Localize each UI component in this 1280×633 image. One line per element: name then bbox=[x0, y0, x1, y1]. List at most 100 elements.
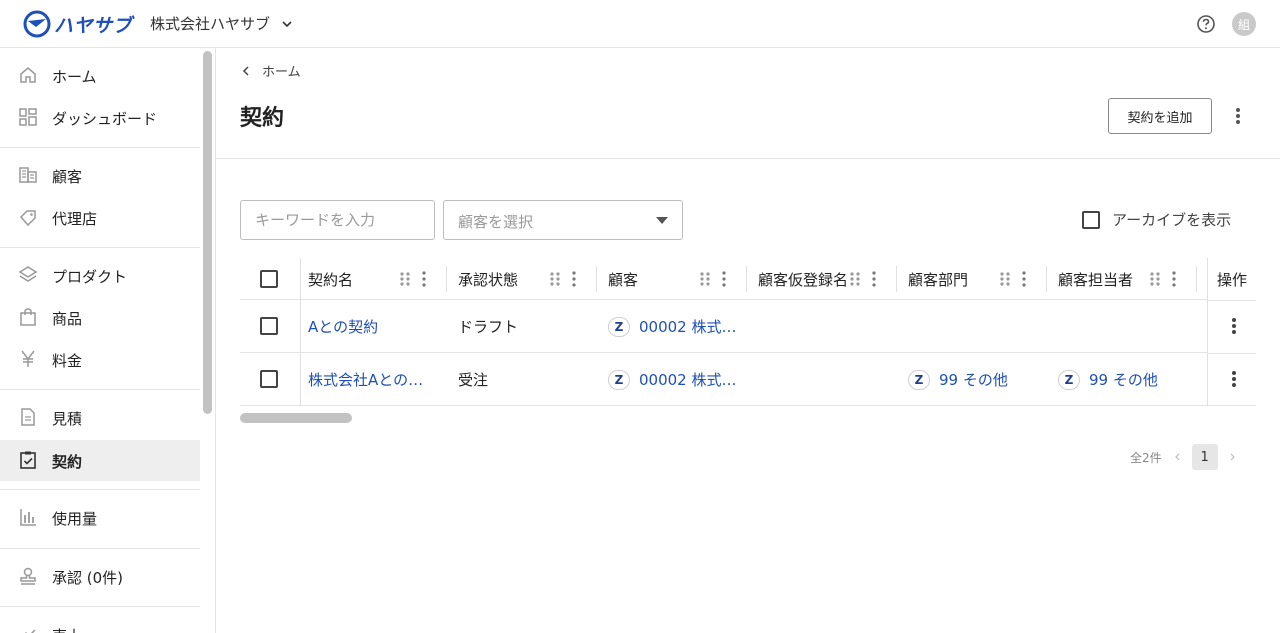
column-menu-icon[interactable] bbox=[1168, 270, 1180, 288]
contract-name-link[interactable]: Aとの契約 bbox=[308, 300, 378, 353]
column-tools bbox=[998, 270, 1030, 292]
column-separator[interactable] bbox=[596, 266, 597, 292]
operations-column: 操作 bbox=[1207, 258, 1256, 406]
logo[interactable]: ハヤサブ bbox=[22, 9, 132, 39]
chevron-down-icon bbox=[282, 20, 292, 27]
sidebar-item-customers[interactable]: 顧客 bbox=[0, 155, 200, 196]
sidebar-item-home[interactable]: ホーム bbox=[0, 55, 200, 96]
company-switcher[interactable]: 株式会社ハヤサブ bbox=[150, 13, 292, 34]
column-tools bbox=[548, 270, 580, 292]
more-vertical-icon[interactable] bbox=[1228, 106, 1248, 126]
sidebar-item-label: 売上 bbox=[52, 625, 82, 633]
sidebar-item-label: 見積 bbox=[52, 410, 83, 428]
sidebar-item-sales[interactable]: 売上 bbox=[0, 614, 200, 633]
select-all-checkbox[interactable] bbox=[260, 270, 278, 288]
main-content: ホーム 契約 契約を追加 顧客を選択 アーカイブを表示 契約名 承認状態 顧客 … bbox=[216, 48, 1280, 633]
logo-text: ハヤサブ bbox=[54, 14, 133, 37]
column-menu-icon[interactable] bbox=[868, 270, 880, 288]
sidebar-item-approvals[interactable]: 承認 (0件) bbox=[0, 556, 200, 597]
show-archive-toggle[interactable]: アーカイブを表示 bbox=[1082, 209, 1231, 230]
sidebar-item-label: 商品 bbox=[52, 310, 83, 328]
layers-icon bbox=[18, 266, 38, 282]
column-header-customer-contact[interactable]: 顧客担当者 bbox=[1058, 258, 1158, 300]
table-row[interactable]: Aとの契約 ドラフト Z 00002 株式… bbox=[240, 300, 1256, 353]
keyword-search-input[interactable] bbox=[240, 200, 435, 240]
document-icon bbox=[21, 408, 35, 426]
column-separator[interactable] bbox=[1196, 266, 1197, 292]
dropdown-arrow-icon bbox=[656, 217, 668, 224]
dashboard-icon bbox=[19, 108, 37, 126]
table-row[interactable]: 株式会社Aとの… 受注 Z 00002 株式… Z 99 その他 Z 99 その… bbox=[240, 353, 1256, 406]
column-header-customer-department[interactable]: 顧客部門 bbox=[908, 258, 1008, 300]
drag-handle-icon[interactable] bbox=[398, 270, 414, 288]
archive-label: アーカイブを表示 bbox=[1112, 211, 1232, 229]
column-header-customer[interactable]: 顧客 bbox=[608, 258, 708, 300]
column-header-customer-temp-name[interactable]: 顧客仮登録名 bbox=[758, 258, 846, 300]
customer-link[interactable]: Z 00002 株式… bbox=[608, 353, 737, 406]
table-horizontal-scrollbar[interactable] bbox=[240, 413, 352, 423]
sidebar-item-label: プロダクト bbox=[52, 268, 128, 286]
sidebar-item-label: 使用量 bbox=[52, 510, 98, 528]
chevron-right-icon[interactable] bbox=[1230, 452, 1236, 462]
sidebar-item-agencies[interactable]: 代理店 bbox=[0, 197, 200, 238]
drag-handle-icon[interactable] bbox=[998, 270, 1014, 288]
sidebar-item-pricing[interactable]: 料金 bbox=[0, 339, 200, 380]
archive-checkbox[interactable] bbox=[1082, 210, 1100, 229]
sidebar-item-label: 顧客 bbox=[52, 168, 83, 186]
column-menu-icon[interactable] bbox=[418, 270, 430, 288]
customer-select[interactable]: 顧客を選択 bbox=[443, 200, 683, 240]
sidebar-scrollbar[interactable] bbox=[203, 51, 212, 414]
department-link[interactable]: Z 99 その他 bbox=[908, 353, 1008, 406]
sidebar-divider bbox=[0, 548, 200, 549]
sidebar-item-products[interactable]: プロダクト bbox=[0, 255, 200, 296]
sidebar-item-contracts[interactable]: 契約 bbox=[0, 440, 200, 481]
add-contract-button[interactable]: 契約を追加 bbox=[1108, 98, 1212, 134]
column-header-approval-status[interactable]: 承認状態 bbox=[458, 258, 558, 300]
row-menu-icon[interactable] bbox=[1224, 369, 1244, 389]
column-separator[interactable] bbox=[746, 266, 747, 292]
customer-link[interactable]: Z 00002 株式… bbox=[608, 300, 737, 353]
sidebar-item-label: 承認 (0件) bbox=[52, 569, 124, 587]
home-icon bbox=[20, 67, 36, 83]
yen-icon bbox=[21, 350, 35, 367]
avatar[interactable]: 組 bbox=[1232, 12, 1256, 36]
customer-icon bbox=[19, 167, 37, 183]
drag-handle-icon[interactable] bbox=[698, 270, 714, 288]
column-separator[interactable] bbox=[1046, 266, 1047, 292]
row-checkbox[interactable] bbox=[260, 317, 278, 335]
column-tools bbox=[698, 270, 730, 292]
customer-badge: Z bbox=[608, 369, 630, 390]
page-number-current[interactable]: 1 bbox=[1191, 444, 1218, 470]
chevron-left-icon[interactable] bbox=[1174, 452, 1180, 462]
sidebar-item-label: 契約 bbox=[52, 453, 83, 471]
sidebar-item-dashboard[interactable]: ダッシュボード bbox=[0, 97, 200, 138]
breadcrumb-home[interactable]: ホーム bbox=[262, 61, 301, 80]
sidebar-divider bbox=[0, 606, 200, 607]
column-menu-icon[interactable] bbox=[718, 270, 730, 288]
contracts-table: 契約名 承認状態 顧客 顧客仮登録名 顧客部門 顧客担当者 Aとの契約 ドラフト… bbox=[240, 258, 1256, 406]
contact-link[interactable]: Z 99 その他 bbox=[1058, 353, 1158, 406]
column-separator[interactable] bbox=[446, 266, 447, 292]
column-tools bbox=[848, 270, 880, 292]
help-icon[interactable] bbox=[1196, 14, 1216, 34]
drag-handle-icon[interactable] bbox=[848, 270, 864, 288]
approval-status: ドラフト bbox=[458, 318, 519, 336]
sidebar-item-goods[interactable]: 商品 bbox=[0, 297, 200, 338]
top-bar: ハヤサブ 株式会社ハヤサブ 組 bbox=[0, 0, 1280, 48]
drag-handle-icon[interactable] bbox=[1148, 270, 1164, 288]
sidebar-divider bbox=[0, 147, 200, 148]
drag-handle-icon[interactable] bbox=[548, 270, 564, 288]
column-menu-icon[interactable] bbox=[568, 270, 580, 288]
pagination: 全2件 1 bbox=[1130, 444, 1236, 470]
column-menu-icon[interactable] bbox=[1018, 270, 1030, 288]
row-menu-icon[interactable] bbox=[1224, 316, 1244, 336]
column-separator[interactable] bbox=[896, 266, 897, 292]
row-checkbox[interactable] bbox=[260, 370, 278, 388]
breadcrumb[interactable]: ホーム bbox=[242, 61, 301, 80]
sidebar-item-usage[interactable]: 使用量 bbox=[0, 497, 200, 538]
frozen-column-separator bbox=[300, 258, 301, 406]
department-badge: Z bbox=[908, 369, 930, 390]
sidebar-item-quotes[interactable]: 見積 bbox=[0, 397, 200, 438]
table-header-row: 契約名 承認状態 顧客 顧客仮登録名 顧客部門 顧客担当者 bbox=[240, 258, 1256, 300]
contract-name-link[interactable]: 株式会社Aとの… bbox=[308, 353, 423, 406]
